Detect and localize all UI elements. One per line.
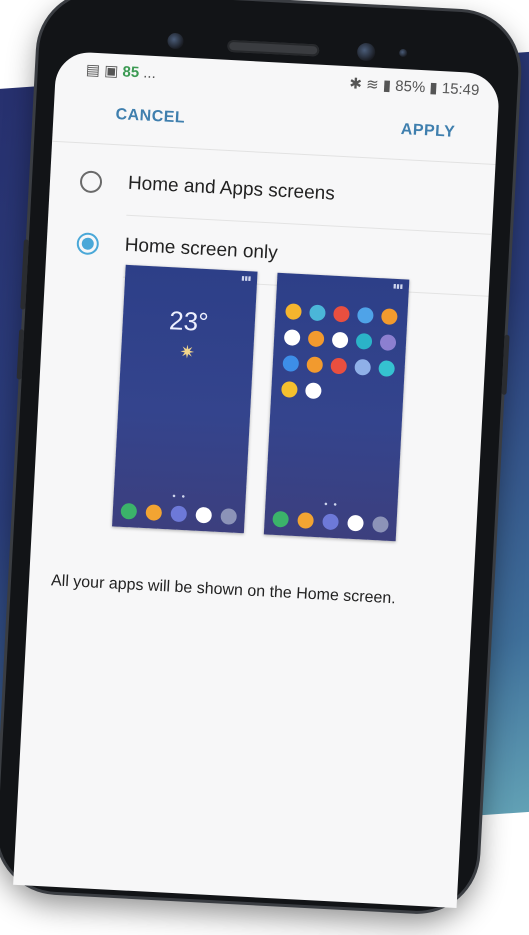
app-icon [281, 381, 298, 398]
preview-home-screen: ▮▮▮ 23° ✷ ● ● [112, 264, 258, 534]
app-icon [355, 332, 373, 350]
app-grid [281, 303, 398, 403]
app-icon [372, 516, 389, 533]
option-label: Home screen only [124, 234, 279, 264]
app-icon [145, 504, 163, 521]
app-icon [378, 360, 396, 377]
notification-badge: 85 [122, 63, 140, 82]
weather-temperature: 23° [168, 305, 210, 338]
app-icon [297, 512, 315, 529]
app-icon [357, 306, 374, 324]
app-icon [307, 330, 325, 348]
signal-icon: ▮ [382, 76, 392, 95]
battery-percent: 85% [394, 77, 426, 97]
more-notifications: ... [142, 64, 157, 83]
apply-button[interactable]: APPLY [400, 121, 455, 142]
screen: ▤ ▣ 85 ... ✱ ≋ ▮ 85% ▮ 15:49 CANCEL APPL… [13, 50, 501, 908]
app-icon [347, 514, 364, 532]
app-icon [170, 505, 188, 523]
radio-button[interactable] [79, 170, 103, 194]
bluetooth-icon: ✱ [348, 75, 363, 93]
app-icon [283, 329, 301, 346]
dock [120, 502, 238, 525]
notification-icon: ▤ [85, 61, 101, 80]
app-icon [330, 357, 348, 375]
status-left: ▤ ▣ 85 ... [85, 60, 156, 82]
radio-button-selected[interactable] [76, 232, 100, 256]
clock: 15:49 [441, 80, 480, 100]
app-icon [220, 508, 238, 525]
app-icon [304, 382, 322, 400]
page-indicator: ● ● [323, 501, 340, 509]
app-icon [380, 308, 398, 326]
app-icon [272, 510, 290, 528]
app-icon [195, 506, 213, 524]
preview-apps-screen: ▮▮▮ ● ● [263, 272, 410, 542]
battery-icon: ▮ [428, 79, 439, 97]
status-right: ✱ ≋ ▮ 85% ▮ 15:49 [349, 74, 480, 99]
app-icon [285, 303, 302, 321]
mini-status-bar: ▮▮▮ [241, 275, 252, 283]
dock [272, 510, 389, 533]
mini-status-bar: ▮▮▮ [392, 283, 404, 291]
option-label: Home and Apps screens [127, 172, 336, 205]
app-icon [354, 358, 372, 376]
cancel-button[interactable]: CANCEL [115, 106, 185, 128]
image-icon: ▣ [103, 62, 119, 81]
app-icon [309, 304, 326, 322]
sun-icon: ✷ [179, 341, 196, 363]
app-icon [331, 331, 349, 349]
app-icon [333, 305, 350, 323]
app-icon [322, 513, 339, 531]
phone-device: ▤ ▣ 85 ... ✱ ≋ ▮ 85% ▮ 15:49 CANCEL APPL… [0, 0, 529, 935]
app-icon [282, 355, 300, 372]
wifi-icon: ≋ [365, 76, 380, 94]
app-icon [379, 334, 397, 352]
app-icon [306, 356, 324, 374]
page-indicator: ● ● [172, 493, 188, 501]
description-text: All your apps will be shown on the Home … [50, 572, 397, 608]
app-icon [120, 502, 138, 520]
